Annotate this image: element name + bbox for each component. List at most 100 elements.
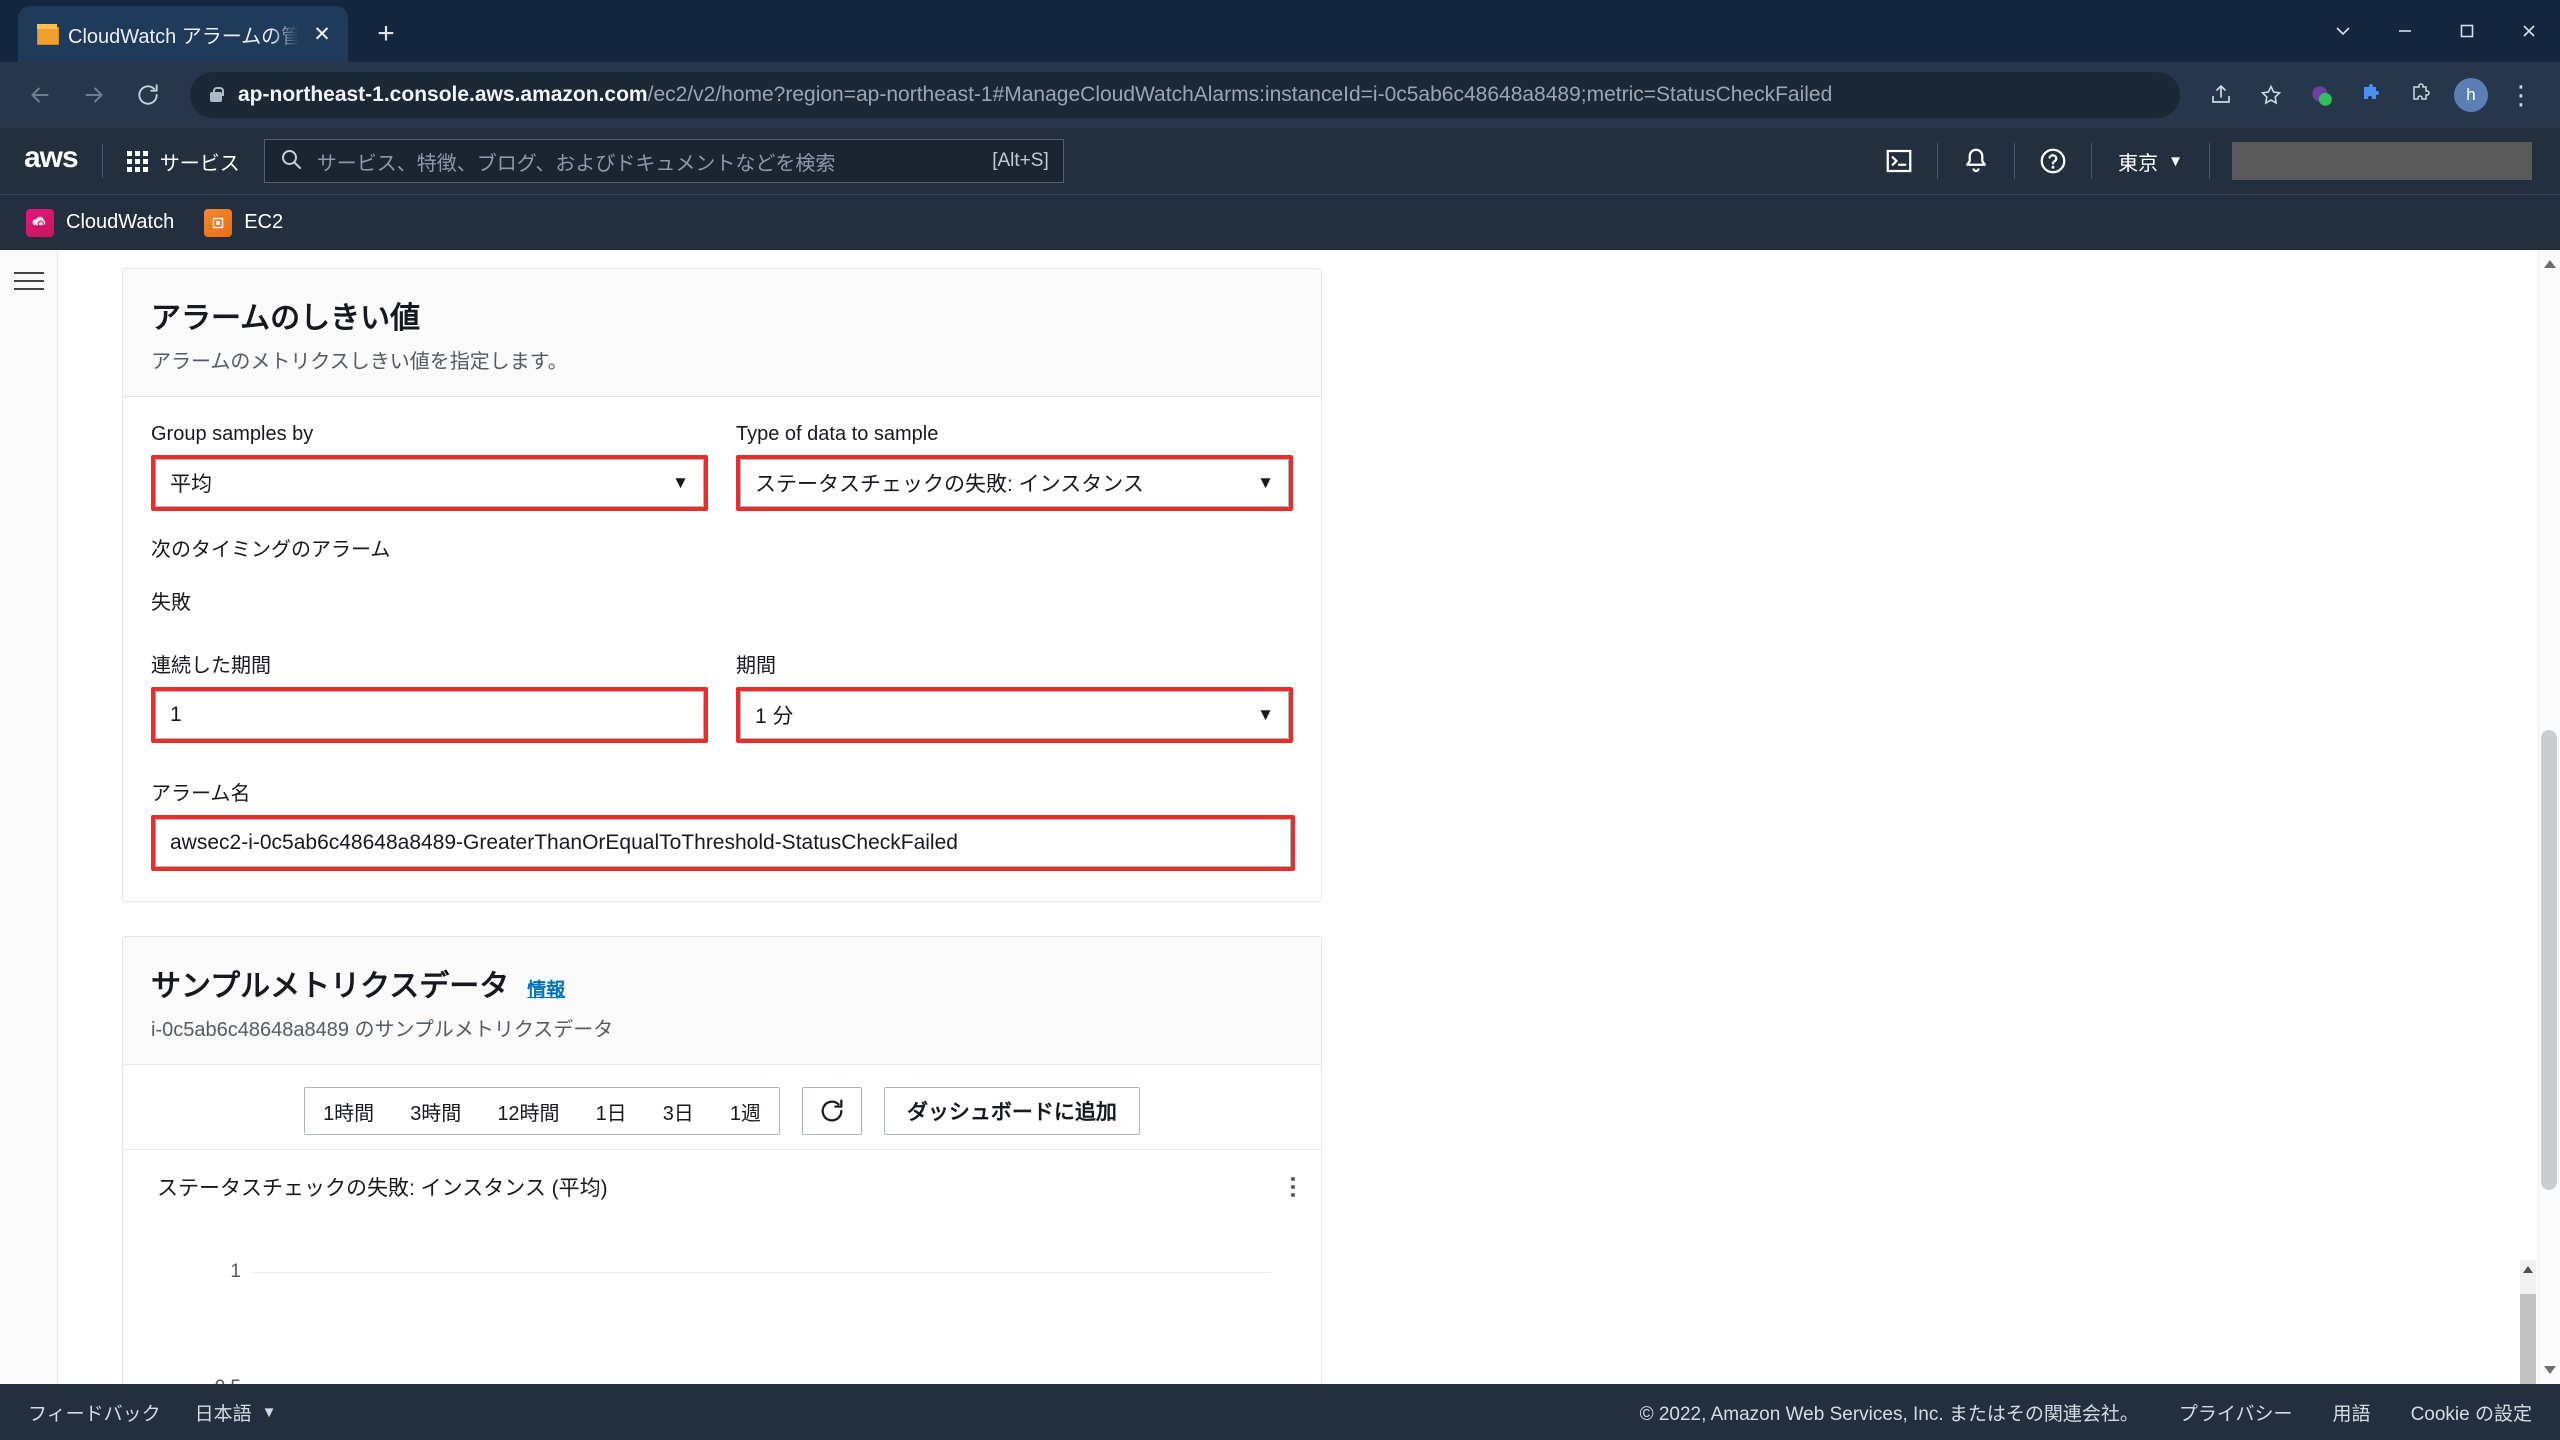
- page-scroll-thumb[interactable]: [2541, 730, 2557, 1190]
- service-label: EC2: [244, 211, 284, 233]
- terms-link[interactable]: 用語: [2333, 1399, 2371, 1426]
- page-scrollbar[interactable]: [2538, 250, 2560, 1384]
- search-input[interactable]: サービス、特徴、ブログ、およびドキュメントなどを検索 [Alt+S]: [263, 139, 1064, 183]
- more-options-icon[interactable]: [1291, 1177, 1295, 1197]
- service-item-cloudwatch[interactable]: CloudWatch: [26, 208, 175, 237]
- search-shortcut: [Alt+S]: [992, 150, 1049, 171]
- range-1h[interactable]: 1時間: [305, 1088, 393, 1134]
- url-path: /ec2/v2/home?region=ap-northeast-1#Manag…: [647, 83, 1833, 106]
- url-domain: ap-northeast-1.console.aws.amazon.com: [238, 83, 648, 106]
- maximize-icon[interactable]: [2436, 0, 2498, 62]
- new-tab-button[interactable]: +: [362, 10, 410, 58]
- browser-tab[interactable]: CloudWatch アラームの管理 | EC2 M ✕: [18, 6, 348, 62]
- close-icon[interactable]: ✕: [308, 20, 336, 48]
- window-controls: [2312, 0, 2560, 62]
- chevron-down-icon: ▼: [1257, 473, 1274, 492]
- feedback-link[interactable]: フィードバック: [28, 1399, 161, 1426]
- range-12h[interactable]: 12時間: [479, 1088, 578, 1134]
- highlight-box: 1 分 ▼: [736, 687, 1293, 743]
- tab-title: CloudWatch アラームの管理 | EC2 M: [68, 25, 298, 48]
- range-3d[interactable]: 3日: [644, 1088, 712, 1134]
- back-button[interactable]: [16, 71, 64, 119]
- reload-button[interactable]: [124, 71, 172, 119]
- alarm-name-input[interactable]: awsec2-i-0c5ab6c48648a8489-GreaterThanOr…: [155, 819, 1291, 867]
- help-icon[interactable]: [2015, 128, 2091, 194]
- aws-header-right: 東京 ▼: [1861, 128, 2560, 194]
- footer-right: © 2022, Amazon Web Services, Inc. またはその関…: [1640, 1399, 2532, 1426]
- cloudshell-icon[interactable]: [1861, 128, 1937, 194]
- browser-window: CloudWatch アラームの管理 | EC2 M ✕ +: [0, 0, 2560, 1440]
- grid-icon: [126, 150, 148, 172]
- menu-toggle-icon[interactable]: [13, 272, 44, 290]
- page-footer: フィードバック 日本語 ▼ © 2022, Amazon Web Service…: [0, 1384, 2560, 1440]
- url-text: ap-northeast-1.console.aws.amazon.com/ec…: [238, 83, 1832, 107]
- highlight-box: 平均 ▼: [151, 455, 708, 511]
- tab-strip: CloudWatch アラームの管理 | EC2 M ✕ +: [0, 0, 2560, 62]
- y-tick-label: 0.5: [163, 1377, 241, 1384]
- page-body: アラームのしきい値 アラームのメトリクスしきい値を指定します。 Group sa…: [0, 250, 2560, 1384]
- privacy-link[interactable]: プライバシー: [2179, 1399, 2293, 1426]
- region-label: 東京: [2118, 152, 2159, 175]
- lock-icon: [206, 84, 226, 106]
- form-row-2: 連続した期間 1 期間 1 分 ▼: [151, 649, 1293, 743]
- group-samples-by-select[interactable]: 平均 ▼: [155, 459, 704, 507]
- panel-header: アラームのしきい値 アラームのメトリクスしきい値を指定します。: [123, 269, 1321, 397]
- consecutive-periods-input[interactable]: 1: [155, 691, 704, 739]
- browser-menu-icon[interactable]: ⋮: [2498, 72, 2544, 118]
- time-range-selector: 1時間 3時間 12時間 1日 3日 1週: [304, 1087, 780, 1135]
- chevron-down-icon[interactable]: [2312, 0, 2374, 62]
- language-selector[interactable]: 日本語 ▼: [195, 1399, 277, 1426]
- address-bar[interactable]: ap-northeast-1.console.aws.amazon.com/ec…: [190, 72, 2180, 118]
- search-icon: [279, 147, 303, 176]
- aws-logo[interactable]: aws: [14, 141, 102, 181]
- inner-scrollbar[interactable]: [2520, 1260, 2536, 1384]
- puzzle-icon[interactable]: [2398, 72, 2444, 118]
- account-menu[interactable]: [2232, 142, 2532, 180]
- y-tick-label: 1: [230, 1261, 241, 1282]
- ec2-icon: [204, 208, 233, 237]
- page-title: アラームのしきい値: [151, 302, 421, 335]
- field-label: 連続した期間: [151, 655, 271, 677]
- refresh-button[interactable]: [801, 1087, 862, 1135]
- chart-title: ステータスチェックの失敗: インスタンス (平均): [157, 1177, 608, 1200]
- scroll-up-arrow[interactable]: [2523, 1266, 2533, 1273]
- range-1w[interactable]: 1週: [711, 1088, 779, 1134]
- cloudwatch-icon: [26, 208, 54, 237]
- field-label: Type of data to sample: [736, 423, 939, 445]
- search-placeholder: サービス、特徴、ブログ、およびドキュメントなどを検索: [316, 152, 836, 175]
- chevron-down-icon: ▼: [261, 1403, 277, 1421]
- selected-value: 1 分: [755, 705, 794, 728]
- bookmark-star-icon[interactable]: [2248, 72, 2294, 118]
- type-of-data-select[interactable]: ステータスチェックの失敗: インスタンス ▼: [740, 459, 1289, 507]
- avatar[interactable]: h: [2448, 72, 2494, 118]
- bell-icon[interactable]: [1938, 128, 2014, 194]
- input-value: 1: [170, 703, 182, 726]
- close-window-icon[interactable]: [2498, 0, 2560, 62]
- panel-subtitle: i-0c5ab6c48648a8489 のサンプルメトリクスデータ: [151, 1019, 614, 1041]
- service-item-ec2[interactable]: EC2: [204, 208, 284, 237]
- range-1d[interactable]: 1日: [577, 1088, 645, 1134]
- add-to-dashboard-button[interactable]: ダッシュボードに追加: [883, 1087, 1140, 1135]
- field-type-of-data: Type of data to sample ステータスチェックの失敗: インス…: [736, 423, 1293, 511]
- scroll-down-arrow[interactable]: [2544, 1366, 2556, 1374]
- extension-green-icon[interactable]: [2298, 72, 2344, 118]
- language-label: 日本語: [194, 1403, 252, 1425]
- cookie-preferences-link[interactable]: Cookie の設定: [2411, 1399, 2532, 1426]
- period-select[interactable]: 1 分 ▼: [740, 691, 1289, 739]
- inner-scroll-thumb[interactable]: [2520, 1294, 2536, 1384]
- range-3h[interactable]: 3時間: [392, 1088, 480, 1134]
- region-selector[interactable]: 東京 ▼: [2092, 147, 2209, 176]
- timing-heading: 次のタイミングのアラーム: [151, 539, 391, 561]
- service-label: CloudWatch: [66, 211, 175, 233]
- field-label: アラーム名: [151, 783, 251, 805]
- share-icon[interactable]: [2198, 72, 2244, 118]
- puzzle-extension-icon[interactable]: [2348, 72, 2394, 118]
- services-menu-button[interactable]: サービス: [103, 147, 264, 176]
- info-link[interactable]: 情報: [527, 975, 565, 1002]
- left-rail: [0, 250, 58, 1384]
- minimize-icon[interactable]: [2374, 0, 2436, 62]
- scroll-up-arrow[interactable]: [2544, 260, 2556, 268]
- forward-button[interactable]: [70, 71, 118, 119]
- chart-toolbar: 1時間 3時間 12時間 1日 3日 1週 ダッシュボードに追加: [123, 1065, 1321, 1149]
- panel-title: サンプルメトリクスデータ: [151, 970, 510, 1003]
